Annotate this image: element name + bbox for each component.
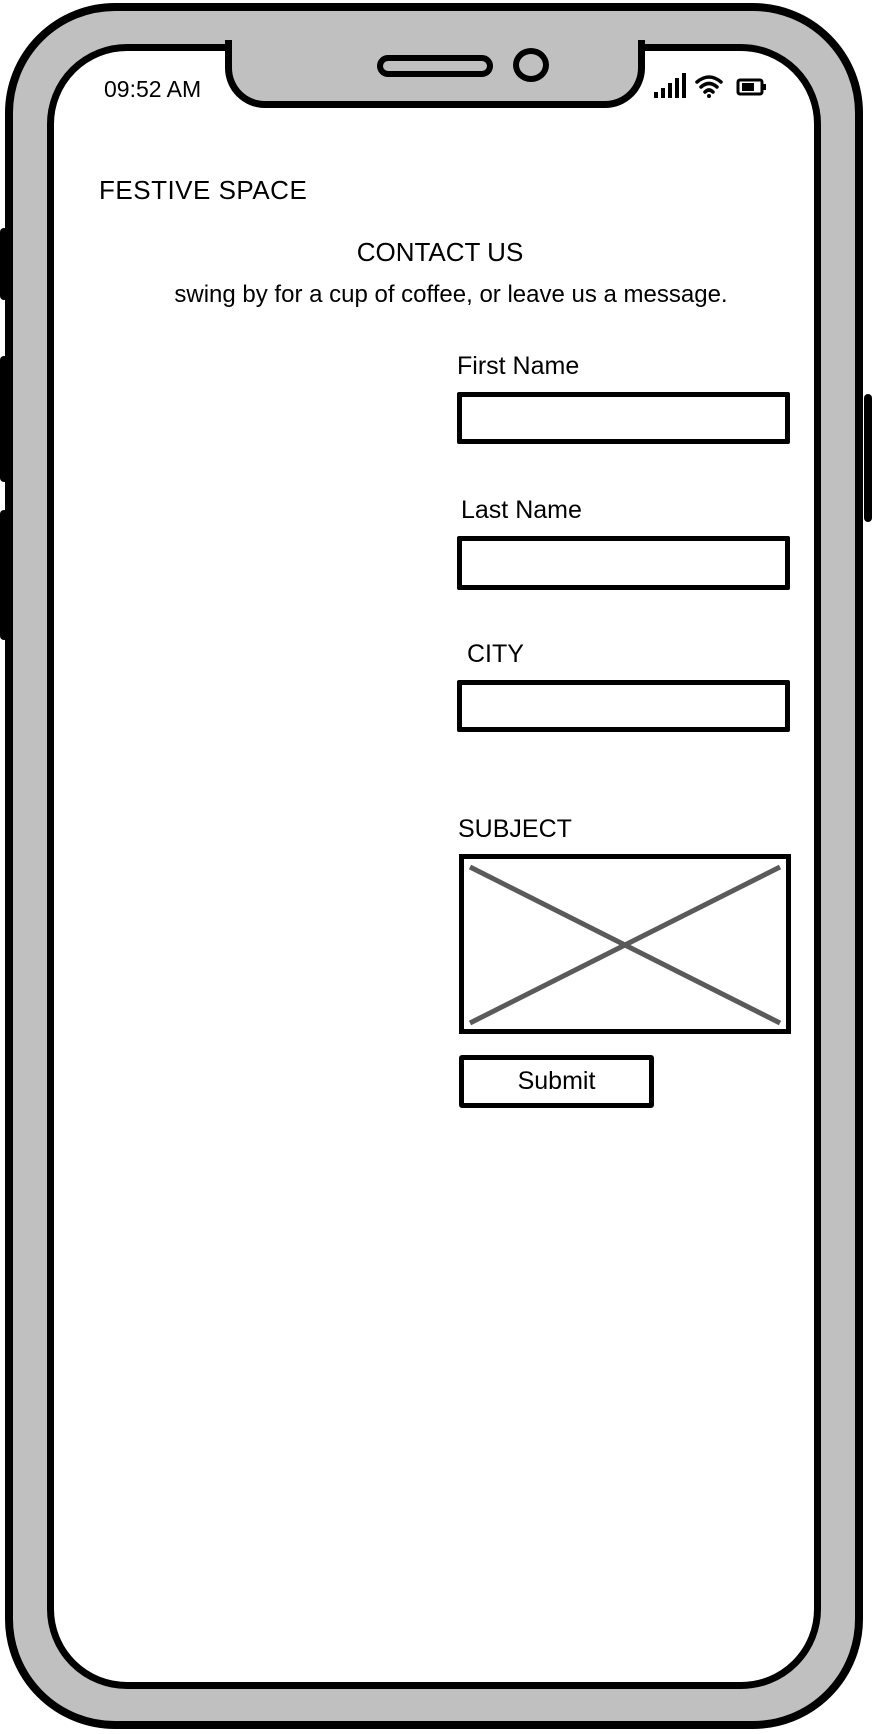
signal-bars-icon bbox=[654, 73, 686, 98]
status-icons-svg bbox=[654, 73, 766, 98]
first-name-label: First Name bbox=[457, 352, 580, 380]
brand-title: FESTIVE SPACE bbox=[99, 175, 308, 205]
power-button bbox=[864, 394, 872, 522]
subject-label: SUBJECT bbox=[458, 815, 572, 843]
wifi-icon bbox=[695, 75, 723, 98]
camera-icon bbox=[513, 48, 549, 82]
battery-icon bbox=[736, 78, 766, 96]
page-title: CONTACT US bbox=[356, 237, 524, 267]
first-name-input[interactable] bbox=[457, 392, 790, 444]
submit-button[interactable]: Submit bbox=[459, 1055, 654, 1108]
placeholder-cross-icon bbox=[468, 864, 782, 1026]
status-icons bbox=[652, 72, 802, 102]
wireframe-canvas: 09:52 AM FESTIVE SPACE CONTACT US swing … bbox=[0, 0, 872, 1734]
last-name-input[interactable] bbox=[457, 536, 790, 590]
city-label: CITY bbox=[467, 640, 524, 668]
page-subtitle: swing by for a cup of coffee, or leave u… bbox=[174, 281, 728, 308]
city-input[interactable] bbox=[457, 680, 790, 732]
status-time: 09:52 AM bbox=[104, 76, 202, 102]
last-name-label: Last Name bbox=[461, 496, 582, 524]
speaker-icon bbox=[377, 55, 493, 77]
subject-textarea[interactable] bbox=[459, 854, 791, 1034]
